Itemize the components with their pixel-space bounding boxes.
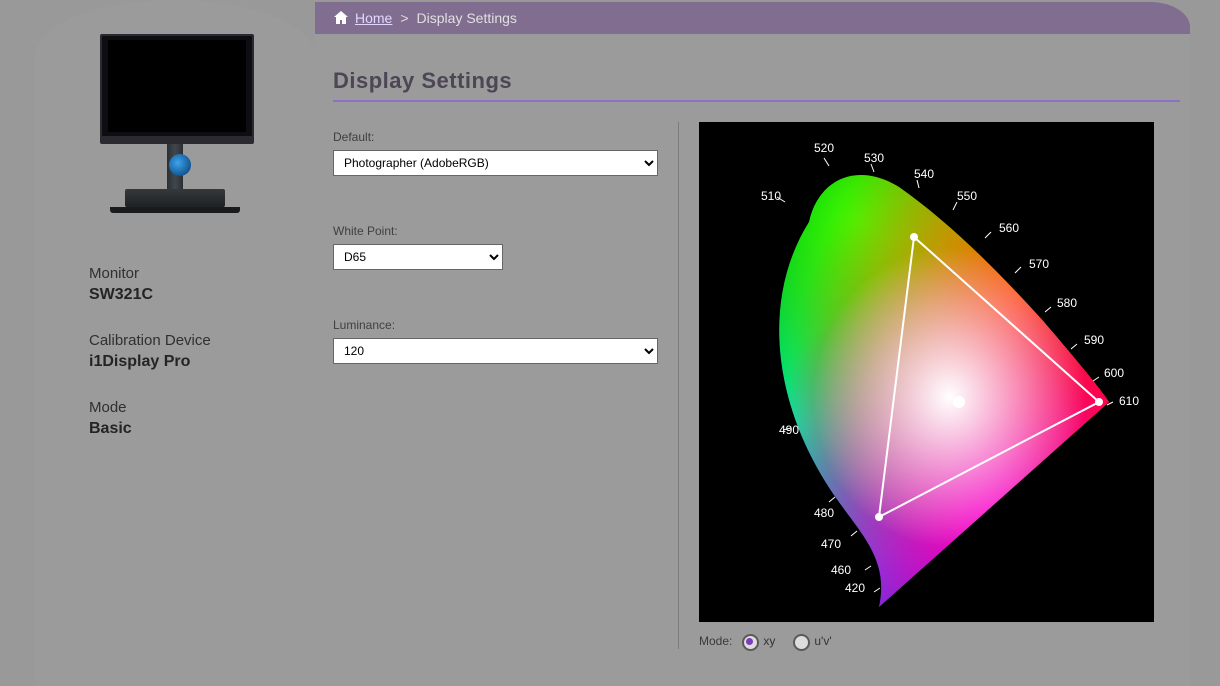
calibration-device-value: i1Display Pro — [89, 353, 285, 371]
calibration-device-label: Calibration Device — [89, 332, 285, 349]
mode-value: Basic — [89, 420, 285, 438]
monitor-screen-frame — [100, 34, 254, 144]
svg-text:510: 510 — [761, 189, 781, 203]
chart-mode-row: Mode: xy u'v' — [699, 632, 1180, 649]
svg-text:570: 570 — [1029, 257, 1049, 271]
content-row: Default: Photographer (AdobeRGB) White P… — [333, 122, 1180, 649]
svg-text:520: 520 — [814, 141, 834, 155]
monitor-pivot-knob — [169, 154, 191, 176]
cie-chromaticity-chart: 520 530 540 550 560 570 580 590 600 610 … — [699, 122, 1154, 622]
whitepoint-label: White Point: — [333, 224, 658, 238]
svg-text:580: 580 — [1057, 296, 1077, 310]
luminance-group: Luminance: 120 — [333, 318, 658, 364]
svg-text:420: 420 — [845, 581, 865, 595]
svg-text:530: 530 — [864, 151, 884, 165]
default-group: Default: Photographer (AdobeRGB) — [333, 130, 658, 176]
luminance-label: Luminance: — [333, 318, 658, 332]
svg-text:540: 540 — [914, 167, 934, 181]
svg-text:480: 480 — [814, 506, 834, 520]
monitor-screen — [108, 40, 246, 132]
mode-label: Mode — [89, 399, 285, 416]
default-label: Default: — [333, 130, 658, 144]
radio-uv-label: u'v' — [814, 634, 831, 648]
svg-text:470: 470 — [821, 537, 841, 551]
chart-mode-label: Mode: — [699, 634, 732, 648]
home-icon — [333, 10, 349, 26]
radio-xy[interactable] — [742, 634, 759, 651]
breadcrumb-separator: > — [400, 10, 408, 26]
svg-text:460: 460 — [831, 563, 851, 577]
svg-text:550: 550 — [957, 189, 977, 203]
monitor-image — [100, 34, 250, 213]
main-panel: Display Settings Default: Photographer (… — [315, 34, 1190, 686]
luminance-select[interactable]: 120 — [333, 338, 658, 364]
breadcrumb-current: Display Settings — [417, 10, 517, 26]
whitepoint-group: White Point: D65 — [333, 224, 658, 270]
sidebar-info: Monitor SW321C Calibration Device i1Disp… — [89, 265, 285, 438]
radio-xy-label: xy — [763, 634, 775, 648]
breadcrumb-home-link[interactable]: Home — [355, 10, 392, 26]
monitor-label: Monitor — [89, 265, 285, 282]
chart-column: 520 530 540 550 560 570 580 590 600 610 … — [679, 122, 1180, 649]
monitor-value: SW321C — [89, 286, 285, 304]
title-divider — [333, 100, 1180, 102]
page-title: Display Settings — [333, 68, 1190, 94]
settings-form: Default: Photographer (AdobeRGB) White P… — [333, 122, 679, 649]
svg-text:560: 560 — [999, 221, 1019, 235]
radio-uv[interactable] — [793, 634, 810, 651]
monitor-base — [125, 189, 225, 207]
svg-text:600: 600 — [1104, 366, 1124, 380]
whitepoint-select[interactable]: D65 — [333, 244, 503, 270]
monitor-neck — [167, 144, 183, 189]
monitor-foot — [110, 207, 240, 213]
svg-text:590: 590 — [1084, 333, 1104, 347]
breadcrumb: Home > Display Settings — [315, 2, 1190, 34]
svg-text:490: 490 — [779, 423, 799, 437]
default-select[interactable]: Photographer (AdobeRGB) — [333, 150, 658, 176]
sidebar: Monitor SW321C Calibration Device i1Disp… — [35, 0, 315, 686]
svg-text:610: 610 — [1119, 394, 1139, 408]
